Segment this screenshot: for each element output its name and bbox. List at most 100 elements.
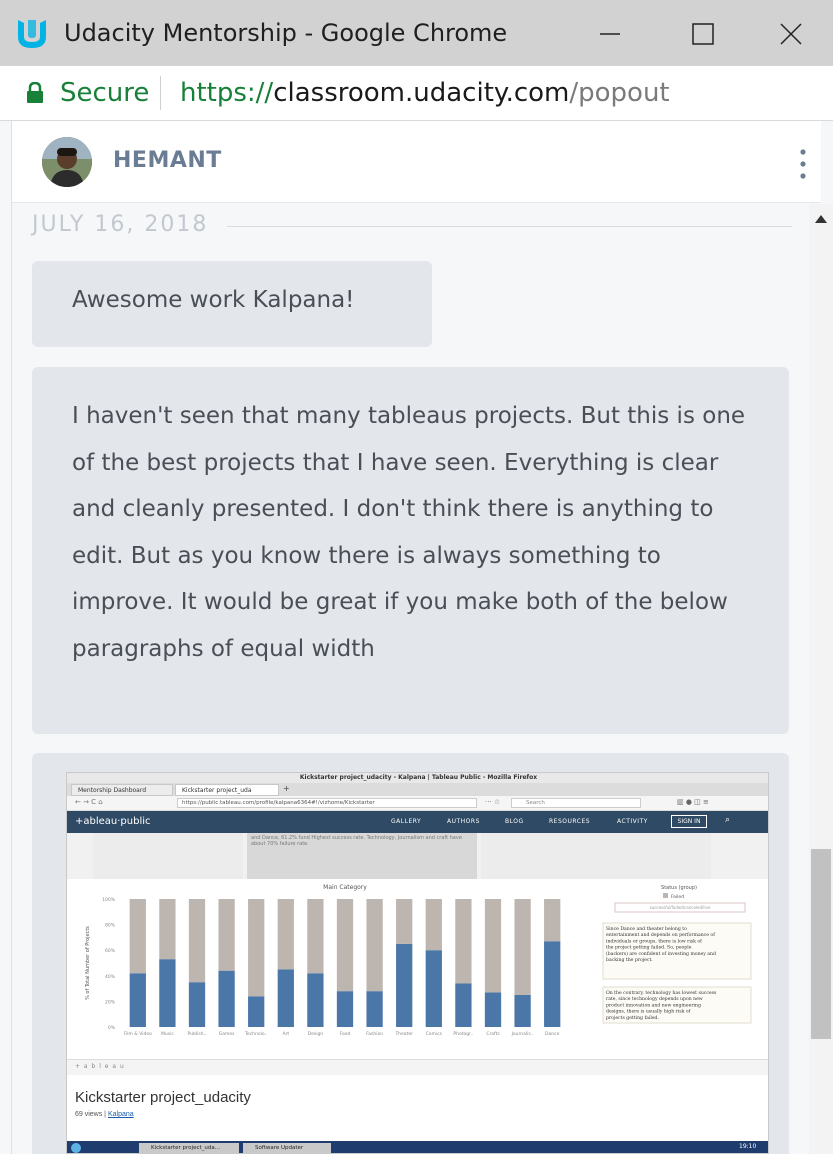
viz-author-link[interactable]: Kalpana bbox=[108, 1111, 134, 1118]
tb-nav-resources[interactable]: RESOURCES bbox=[549, 818, 590, 825]
bar-successful bbox=[514, 995, 531, 1027]
bar-successful bbox=[455, 983, 472, 1027]
toolbar-icons[interactable]: ▥ ● ◫ ≡ bbox=[677, 798, 709, 806]
nav-arrows-icon[interactable]: ← → C ⌂ bbox=[75, 798, 103, 806]
bar-successful bbox=[159, 959, 176, 1027]
annotation-text: rate, since technology depends upon new bbox=[606, 996, 703, 1002]
annotation-text: entertainment and depends on performance… bbox=[606, 932, 715, 938]
url-text[interactable]: https://classroom.udacity.com/popout bbox=[180, 78, 670, 108]
x-tick-label: Photogr.. bbox=[453, 1031, 473, 1037]
bar-successful bbox=[425, 950, 442, 1027]
address-separator bbox=[160, 76, 161, 110]
viz-views: 69 views bbox=[75, 1111, 103, 1118]
bar-failed bbox=[248, 899, 265, 997]
minimize-icon bbox=[600, 33, 620, 35]
tb-nav-blog[interactable]: BLOG bbox=[505, 818, 524, 825]
chat-thread[interactable]: JULY 16, 2018 Awesome work Kalpana! I ha… bbox=[12, 204, 809, 1154]
maximize-icon bbox=[692, 23, 714, 45]
y-tick-label: 0% bbox=[108, 1025, 116, 1031]
bar-successful bbox=[277, 969, 294, 1027]
tb-nav-authors[interactable]: AUTHORS bbox=[447, 818, 480, 825]
message-text: Awesome work Kalpana! bbox=[72, 287, 355, 313]
annotation-text: (backers) are confident of investing mon… bbox=[606, 950, 716, 957]
bar-successful bbox=[484, 992, 502, 1027]
legend-item: Failed bbox=[671, 894, 684, 900]
maximize-button[interactable] bbox=[683, 14, 723, 54]
legend-title: Status (group) bbox=[661, 885, 697, 891]
annotation-text: the project getting failed. So, people bbox=[606, 945, 692, 951]
x-tick-label: Publish.. bbox=[188, 1031, 207, 1037]
tb-signin-button[interactable]: SIGN IN bbox=[671, 815, 707, 828]
annotation-text: Since Dance and theater belong to bbox=[606, 926, 687, 932]
message-bubble: Awesome work Kalpana! bbox=[32, 261, 432, 347]
start-icon[interactable] bbox=[71, 1143, 81, 1153]
bar-successful bbox=[307, 973, 324, 1027]
tableau-footer: + a b l e a u bbox=[67, 1059, 768, 1075]
story-card[interactable] bbox=[93, 833, 243, 879]
scrollbar[interactable] bbox=[809, 204, 833, 1154]
x-tick-label: Theater bbox=[394, 1031, 413, 1037]
tb-nav-activity[interactable]: ACTIVITY bbox=[617, 818, 648, 825]
bar-successful bbox=[366, 991, 383, 1027]
bar-failed bbox=[129, 899, 146, 974]
story-points: and Dance, 61.2% fund Highest success ra… bbox=[67, 833, 768, 879]
firefox-search[interactable]: Search bbox=[511, 798, 641, 808]
bar-successful bbox=[396, 943, 413, 1027]
firefox-url[interactable]: https://public.tableau.com/profile/kalpa… bbox=[177, 798, 477, 808]
x-tick-label: Games bbox=[219, 1031, 235, 1037]
annotation-text: designs, there is usually high risk of bbox=[606, 1009, 691, 1015]
x-tick-label: Comics bbox=[426, 1031, 443, 1037]
bar-successful bbox=[188, 982, 206, 1027]
story-card-active[interactable]: and Dance, 61.2% fund Highest success ra… bbox=[247, 833, 477, 879]
x-tick-label: Dance bbox=[545, 1031, 560, 1037]
filter-label: successful/failed/canceled/live bbox=[650, 905, 711, 910]
username[interactable]: HEMANT bbox=[113, 148, 222, 173]
bar-successful bbox=[129, 973, 146, 1027]
bar-failed bbox=[514, 899, 531, 995]
firefox-tab[interactable]: Mentorship Dashboard bbox=[71, 784, 173, 796]
bookmark-icon[interactable]: ··· ☆ bbox=[485, 798, 500, 806]
scroll-up-arrow-icon[interactable] bbox=[814, 214, 828, 224]
lock-icon bbox=[27, 82, 43, 103]
message-bubble: I haven't seen that many tableaus projec… bbox=[32, 367, 789, 734]
x-tick-label: Technolo.. bbox=[244, 1031, 267, 1037]
firefox-title: Kickstarter project_udacity - Kalpana | … bbox=[67, 773, 768, 783]
search-icon[interactable]: ⌕ bbox=[725, 815, 730, 825]
attached-screenshot[interactable]: Kickstarter project_udacity - Kalpana | … bbox=[66, 772, 769, 1154]
firefox-tab-active[interactable]: Kickstarter project_uda bbox=[175, 784, 279, 796]
bar-failed bbox=[396, 899, 413, 944]
new-tab-icon[interactable]: + bbox=[283, 784, 290, 793]
kebab-menu-icon[interactable] bbox=[795, 147, 811, 181]
bar-failed bbox=[425, 899, 442, 951]
annotation-text: individuals or groups, there is low risk… bbox=[606, 938, 702, 944]
udacity-logo-icon bbox=[18, 20, 46, 48]
close-button[interactable] bbox=[771, 14, 811, 54]
bar-successful bbox=[544, 941, 561, 1027]
taskbar-item[interactable]: Software Updater bbox=[243, 1143, 331, 1153]
bar-failed bbox=[159, 899, 176, 960]
taskbar-item[interactable]: Kickstarter project_uda... bbox=[139, 1143, 239, 1153]
story-card[interactable] bbox=[481, 833, 711, 879]
annotation-text: backing the project. bbox=[606, 957, 653, 963]
tb-nav-gallery[interactable]: GALLERY bbox=[391, 818, 421, 825]
scroll-thumb[interactable] bbox=[811, 849, 831, 1039]
url-scheme: https:// bbox=[180, 78, 274, 108]
viz-title[interactable]: Kickstarter project_udacity bbox=[75, 1089, 251, 1106]
bar-successful bbox=[336, 991, 354, 1027]
bar-failed bbox=[307, 899, 324, 974]
annotation-text: product innovation and new engineering bbox=[606, 1002, 701, 1008]
url-path: /popout bbox=[569, 78, 670, 108]
x-tick-label: Art bbox=[282, 1031, 289, 1037]
bar-failed bbox=[544, 899, 561, 942]
avatar[interactable] bbox=[42, 137, 92, 187]
address-bar[interactable]: Secure https://classroom.udacity.com/pop… bbox=[0, 66, 833, 121]
minimize-button[interactable] bbox=[590, 14, 630, 54]
legend-swatch bbox=[663, 893, 668, 898]
annotation-text: projects getting failed. bbox=[606, 1015, 659, 1021]
bar-failed bbox=[366, 899, 383, 992]
tableau-logo[interactable]: +ableau·public bbox=[75, 816, 151, 827]
os-taskbar: Kickstarter project_uda... Software Upda… bbox=[67, 1141, 768, 1153]
bar-successful bbox=[248, 996, 265, 1027]
chart-title: Main Category bbox=[323, 884, 367, 891]
tableau-navbar: +ableau·public GALLERY AUTHORS BLOG RESO… bbox=[67, 811, 768, 833]
